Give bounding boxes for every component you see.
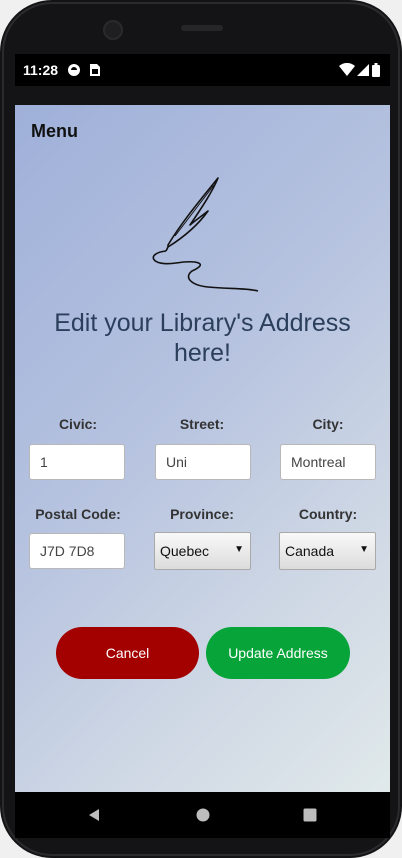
phone-frame: 11:28 Menu Edit your Library's Address h…	[0, 0, 402, 858]
back-icon[interactable]	[87, 808, 101, 822]
postal-code-label: Postal Code:	[35, 506, 121, 522]
wifi-icon	[339, 63, 355, 76]
country-select[interactable]: Canada ▼	[279, 532, 376, 570]
country-selected: Canada	[285, 543, 335, 559]
province-label: Province:	[170, 506, 234, 522]
page-title: Edit your Library's Address here!	[15, 308, 390, 368]
title-line-2: here!	[174, 339, 231, 367]
street-input[interactable]	[155, 444, 251, 480]
home-icon[interactable]	[196, 808, 210, 822]
status-time: 11:28	[23, 62, 59, 78]
title-line-1: Edit your Library's Address	[54, 309, 351, 337]
recents-icon[interactable]	[303, 808, 317, 822]
province-select[interactable]: Quebec ▼	[154, 532, 251, 570]
civic-label: Civic:	[58, 416, 98, 432]
postal-code-input[interactable]	[29, 533, 125, 569]
country-label: Country:	[298, 506, 358, 522]
street-label: Street:	[179, 416, 225, 432]
city-input[interactable]	[280, 444, 376, 480]
dropdown-arrow-icon: ▼	[359, 544, 369, 555]
battery-icon	[372, 63, 380, 77]
cell-signal-icon	[357, 64, 369, 76]
menu-button[interactable]: Menu	[31, 121, 78, 142]
civic-input[interactable]	[29, 444, 125, 480]
quill-pen-icon	[152, 177, 259, 292]
status-bar: 11:28	[15, 54, 390, 86]
update-address-button[interactable]: Update Address	[206, 627, 350, 679]
dropdown-arrow-icon: ▼	[234, 544, 244, 555]
navigation-bar	[15, 792, 390, 838]
app-screen: Menu Edit your Library's Address here! C…	[15, 105, 390, 792]
front-camera	[103, 20, 123, 40]
earpiece-speaker	[181, 25, 223, 31]
sim-card-icon	[90, 64, 100, 76]
city-label: City:	[312, 416, 344, 432]
cancel-button[interactable]: Cancel	[56, 627, 199, 679]
notification-icon	[68, 64, 80, 76]
province-selected: Quebec	[160, 543, 210, 559]
